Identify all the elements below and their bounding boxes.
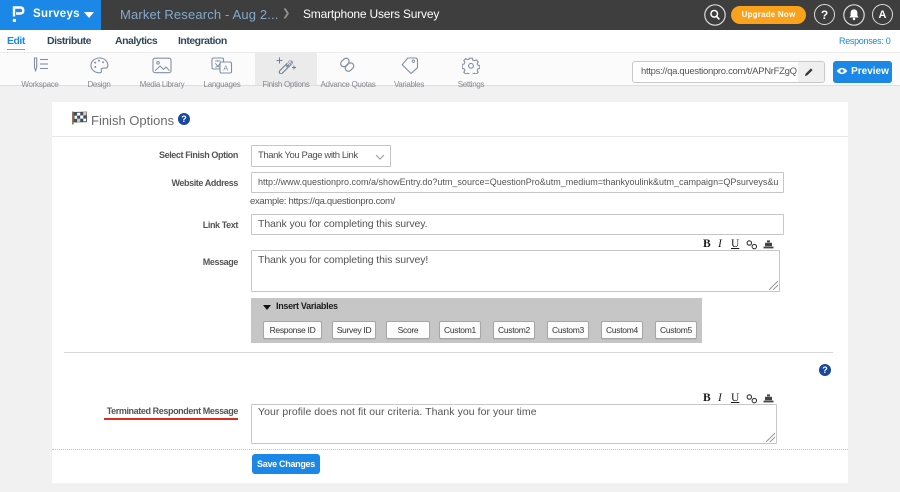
svg-text:A: A	[223, 64, 228, 73]
